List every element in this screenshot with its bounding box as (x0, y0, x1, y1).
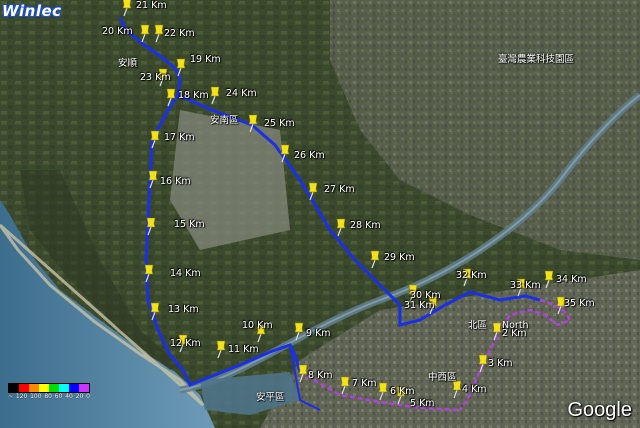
legend-swatch (29, 384, 39, 392)
legend-swatch (39, 384, 49, 392)
legend-swatch (19, 384, 29, 392)
legend-tick: 60 (54, 393, 63, 400)
place-north-en: North (502, 320, 529, 331)
legend-tick: 80 (44, 393, 52, 400)
legend-swatch (49, 384, 59, 392)
place-anshun: 安順 (118, 58, 138, 69)
legend-tick: 120 (15, 393, 28, 400)
legend-tick: 20 (75, 393, 84, 400)
legend-swatch (79, 384, 89, 392)
legend-swatch (59, 384, 69, 392)
legend-tick: ~ (8, 393, 14, 400)
legend-ticks: ~120 100 80 60 40 20 0 (8, 393, 90, 401)
legend-tick: 0 (86, 393, 90, 400)
place-north-district: 北區 (468, 320, 488, 331)
place-west-central: 中西區 (428, 372, 457, 383)
place-factory: 臺灣農業科技園區 (498, 54, 575, 65)
place-anshun-district: 安南區 (210, 115, 239, 126)
map-view[interactable]: 5 Km 6 Km 7 Km 8 Km 9 Km 10 Km 11 Km 12 Km 13 Km… (0, 0, 640, 428)
winlec-logo: Winlec (2, 2, 62, 20)
legend-color-bar (8, 383, 90, 393)
speed-legend: ~120 100 80 60 40 20 0 (8, 383, 90, 401)
place-anping: 安平區 (256, 392, 285, 403)
legend-swatch (9, 384, 19, 392)
legend-swatch (69, 384, 79, 392)
google-logo: Google (567, 399, 633, 421)
legend-tick: 40 (65, 393, 73, 400)
legend-tick: 100 (30, 393, 42, 400)
